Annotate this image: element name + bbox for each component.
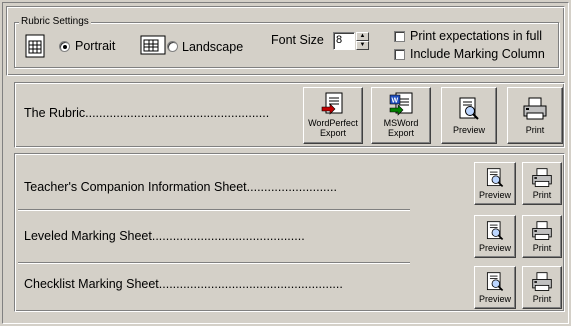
page-portrait-icon [25,34,45,61]
printer-icon [523,97,547,120]
sheet-print-button[interactable]: Print [522,215,562,258]
print-expectations-checkbox[interactable] [394,31,405,42]
rubric-settings-legend: Rubric Settings [19,16,91,27]
wordperfect-label-1: WordPerfect [308,118,358,128]
sheet-print-button[interactable]: Print [522,162,562,205]
rubric-print-window: Rubric Settings Portrait Landscape Font … [0,0,571,326]
sheet-title: Leveled Marking Sheet...................… [24,229,305,243]
sheet-preview-label: Preview [478,190,511,200]
msword-label-2: Export [387,128,414,138]
sheet-print-label: Print [532,190,552,200]
sheet-preview-label: Preview [478,294,511,304]
portrait-radio[interactable] [59,41,70,52]
rubric-print-label: Print [525,125,545,135]
msword-label-1: MSWord [383,118,419,128]
rubric-preview-label: Preview [452,125,485,135]
sheet-print-button[interactable]: Print [522,266,562,309]
preview-icon [486,168,504,188]
rubric-print-button[interactable]: Print [507,87,563,144]
printer-icon [532,221,552,240]
sheet-print-label: Print [532,294,552,304]
sheet-divider [18,262,410,264]
wordperfect-label-2: Export [319,128,346,138]
sheet-divider [18,209,410,211]
sheet-print-label: Print [532,243,552,253]
sheet-title: Teacher's Companion Information Sheet...… [24,180,337,194]
include-marking-checkbox[interactable] [394,49,405,60]
preview-icon [486,221,504,241]
wordperfect-export-button[interactable]: WordPerfect Export [303,87,363,144]
include-marking-label[interactable]: Include Marking Column [410,47,545,61]
sheet-preview-button[interactable]: Preview [474,215,516,258]
rubric-title: The Rubric..............................… [24,106,270,120]
printer-icon [532,168,552,187]
print-expectations-label[interactable]: Print expectations in full [410,29,542,43]
sheet-preview-label: Preview [478,243,511,253]
font-size-spin-down[interactable]: ▼ [356,41,369,50]
wordperfect-export-icon [321,92,343,115]
page-landscape-icon [140,35,166,58]
msword-export-icon: W [389,92,413,116]
rubric-preview-button[interactable]: Preview [441,87,497,144]
preview-icon [459,97,479,120]
sheet-preview-button[interactable]: Preview [474,162,516,205]
sheet-preview-button[interactable]: Preview [474,266,516,309]
printer-icon [532,272,552,291]
svg-text:W: W [392,98,399,105]
preview-icon [486,272,504,292]
landscape-radio[interactable] [167,41,178,52]
font-size-input[interactable]: 8 [333,32,355,50]
sheet-title: Checklist Marking Sheet.................… [24,277,343,291]
font-size-spin-up[interactable]: ▲ [356,32,369,41]
landscape-label[interactable]: Landscape [182,40,243,54]
msword-export-button[interactable]: W MSWord Export [371,87,431,144]
font-size-label: Font Size [271,33,324,47]
portrait-label[interactable]: Portrait [75,39,115,53]
